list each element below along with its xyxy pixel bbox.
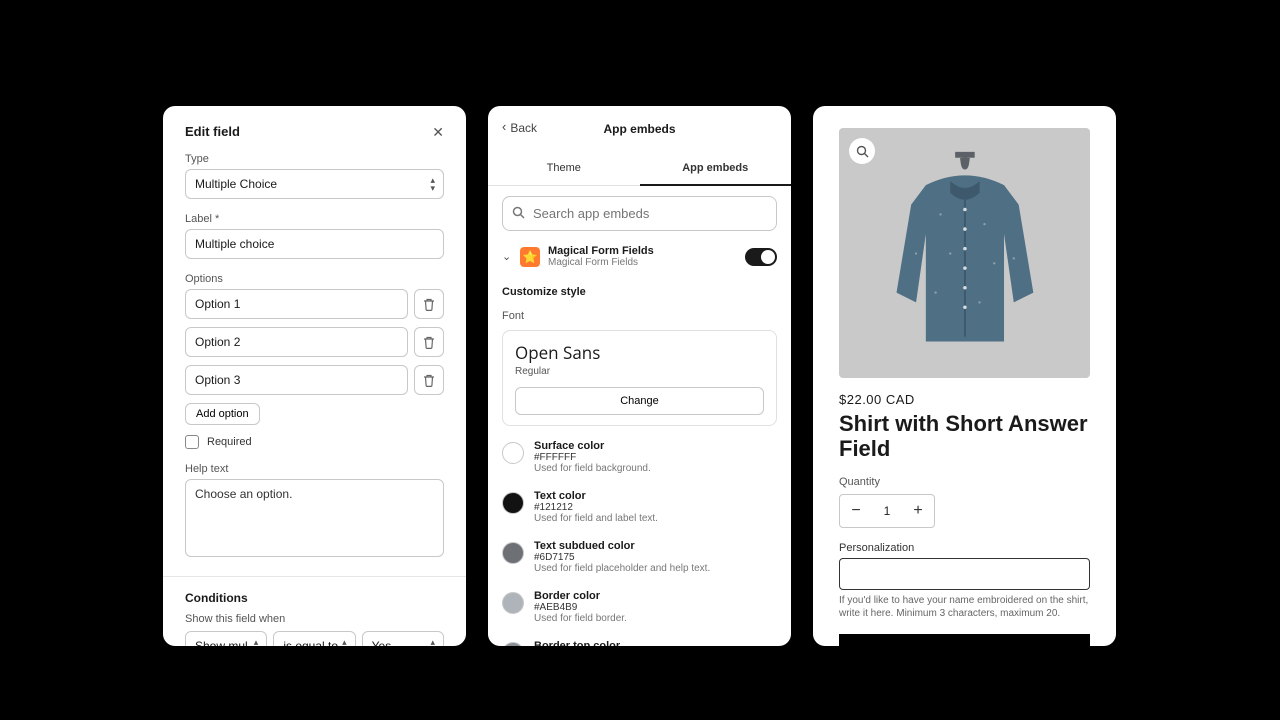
personalization-input[interactable] xyxy=(839,558,1090,590)
option-row xyxy=(185,289,444,319)
color-desc: Used for field and label text. xyxy=(534,513,777,524)
color-text[interactable]: Text color #121212 Used for field and la… xyxy=(502,482,777,532)
font-name: Open Sans xyxy=(515,341,764,364)
option-input[interactable] xyxy=(185,365,408,395)
search-input[interactable] xyxy=(502,196,777,231)
zoom-icon[interactable] xyxy=(849,138,875,164)
label-label: Label * xyxy=(185,213,444,225)
quantity-decrease-button[interactable]: − xyxy=(840,495,872,527)
option-input[interactable] xyxy=(185,327,408,357)
personalization-label: Personalization xyxy=(839,542,1090,554)
font-weight: Regular xyxy=(515,366,764,377)
color-name: Border color xyxy=(534,590,777,602)
required-checkbox[interactable] xyxy=(185,435,199,449)
back-button[interactable]: ‹ Back xyxy=(502,120,537,135)
close-icon[interactable]: ✕ xyxy=(432,124,444,141)
product-panel: $22.00 CAD Shirt with Short Answer Field… xyxy=(813,106,1116,646)
color-surface[interactable]: Surface color #FFFFFF Used for field bac… xyxy=(502,432,777,482)
tabs: Theme App embeds xyxy=(488,152,791,186)
trash-icon[interactable] xyxy=(414,289,444,319)
font-label: Font xyxy=(488,298,791,326)
color-name: Text subdued color xyxy=(534,540,777,552)
quantity-value: 1 xyxy=(872,504,902,518)
color-swatch xyxy=(502,442,524,464)
color-text-subdued[interactable]: Text subdued color #6D7175 Used for fiel… xyxy=(502,532,777,582)
quantity-label: Quantity xyxy=(839,476,1090,488)
conditions-heading: Conditions xyxy=(185,591,444,605)
chevron-down-icon[interactable]: ⌄ xyxy=(502,250,512,263)
app-icon: ⭐ xyxy=(520,247,540,267)
tab-theme[interactable]: Theme xyxy=(488,152,640,186)
back-label: Back xyxy=(510,121,537,135)
add-to-cart-button[interactable]: Add to cart xyxy=(839,634,1090,646)
change-font-button[interactable]: Change xyxy=(515,387,764,415)
color-swatch xyxy=(502,542,524,564)
label-input[interactable] xyxy=(185,229,444,259)
personalization-help: If you'd like to have your name embroide… xyxy=(839,594,1090,620)
shirt-illustration xyxy=(857,146,1073,361)
color-hex: #6D7175 xyxy=(534,552,777,563)
type-label: Type xyxy=(185,153,444,165)
search-icon xyxy=(512,206,525,222)
color-name: Border top color xyxy=(534,640,777,646)
helptext-input[interactable]: Choose an option. xyxy=(185,479,444,557)
color-list: Surface color #FFFFFF Used for field bac… xyxy=(488,426,791,646)
embed-sub: Magical Form Fields xyxy=(548,257,737,268)
condition-value-select[interactable]: Yes xyxy=(362,631,444,646)
quantity-stepper: − 1 + xyxy=(839,494,935,528)
color-hex: #FFFFFF xyxy=(534,452,777,463)
color-name: Text color xyxy=(534,490,777,502)
color-hex: #AEB4B9 xyxy=(534,602,777,613)
color-swatch xyxy=(502,492,524,514)
quantity-increase-button[interactable]: + xyxy=(902,495,934,527)
embed-toggle[interactable] xyxy=(745,248,777,266)
conditions-subheading: Show this field when xyxy=(185,613,444,625)
divider xyxy=(163,576,466,577)
helptext-label: Help text xyxy=(185,463,444,475)
option-input[interactable] xyxy=(185,289,408,319)
add-option-button[interactable]: Add option xyxy=(185,403,260,425)
trash-icon[interactable] xyxy=(414,327,444,357)
color-name: Surface color xyxy=(534,440,777,452)
product-price: $22.00 CAD xyxy=(839,392,1090,407)
chevron-left-icon: ‹ xyxy=(502,119,506,134)
color-border[interactable]: Border color #AEB4B9 Used for field bord… xyxy=(502,582,777,632)
product-title: Shirt with Short Answer Field xyxy=(839,411,1090,462)
option-row xyxy=(185,327,444,357)
edit-field-panel: Edit field ✕ Type Multiple Choice ▴▾ Lab… xyxy=(163,106,466,646)
panel-title: App embeds xyxy=(603,122,675,136)
tab-app-embeds[interactable]: App embeds xyxy=(640,152,792,186)
color-border-top[interactable]: Border top color #898F94 xyxy=(502,632,777,646)
condition-field-select[interactable]: Show mul... xyxy=(185,631,267,646)
color-desc: Used for field border. xyxy=(534,613,777,624)
condition-operator-select[interactable]: is equal to xyxy=(273,631,355,646)
customize-style-heading: Customize style xyxy=(488,278,791,298)
type-select[interactable]: Multiple Choice xyxy=(185,169,444,199)
required-label: Required xyxy=(207,436,252,448)
options-label: Options xyxy=(185,273,444,285)
color-desc: Used for field placeholder and help text… xyxy=(534,563,777,574)
embed-name: Magical Form Fields xyxy=(548,245,737,257)
color-swatch xyxy=(502,642,524,646)
panel-title: Edit field xyxy=(185,124,444,139)
product-image xyxy=(839,128,1090,378)
app-embeds-panel: ‹ Back App embeds Theme App embeds ⌄ ⭐ M… xyxy=(488,106,791,646)
color-swatch xyxy=(502,592,524,614)
color-desc: Used for field background. xyxy=(534,463,777,474)
color-hex: #121212 xyxy=(534,502,777,513)
trash-icon[interactable] xyxy=(414,365,444,395)
font-card: Open Sans Regular Change xyxy=(502,330,777,426)
option-row xyxy=(185,365,444,395)
embed-item: ⌄ ⭐ Magical Form Fields Magical Form Fie… xyxy=(488,231,791,278)
